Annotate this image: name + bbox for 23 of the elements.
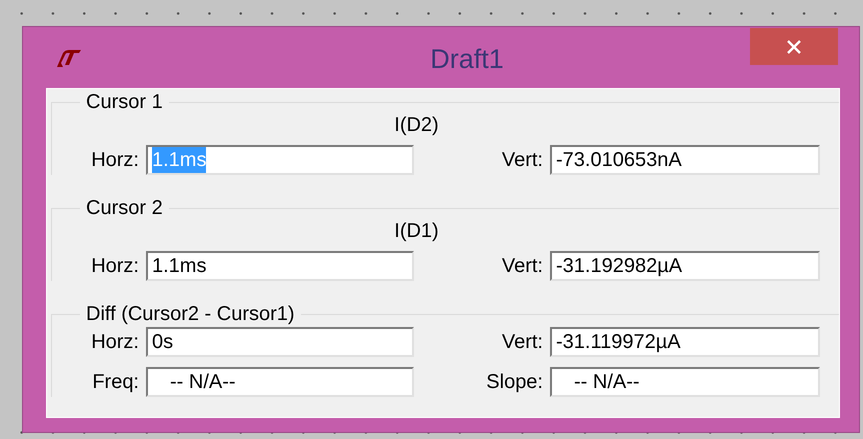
input-field[interactable]: 0s [146, 327, 414, 357]
field-label: Horz: [90, 148, 140, 172]
close-icon[interactable] [786, 38, 802, 54]
trace-label: I(D1) [394, 219, 439, 243]
group-title: Cursor 2 [85, 197, 164, 219]
input-field[interactable]: -73.010653nA [550, 145, 820, 175]
group-title: Diff (Cursor2 - Cursor1) [85, 303, 296, 325]
input-field[interactable]: -- N/A-- [146, 367, 414, 397]
field-label: Vert: [500, 148, 544, 172]
input-field[interactable]: -31.192982µA [550, 251, 820, 281]
group-title: Cursor 1 [85, 91, 164, 113]
input-field[interactable]: 1.1ms [146, 251, 414, 281]
field-label: Vert: [500, 330, 544, 354]
field-label: Freq: [91, 370, 140, 394]
field-label: Horz: [90, 254, 140, 278]
trace-label: I(D2) [394, 113, 439, 137]
window-title: Draft1 [430, 43, 504, 75]
field-label: Horz: [90, 330, 140, 354]
field-label: Slope: [485, 370, 544, 394]
input-field[interactable]: -- N/A-- [550, 367, 820, 397]
input-field[interactable]: -31.119972µA [550, 327, 820, 357]
close-button[interactable] [750, 28, 838, 65]
field-label: Vert: [500, 254, 544, 278]
